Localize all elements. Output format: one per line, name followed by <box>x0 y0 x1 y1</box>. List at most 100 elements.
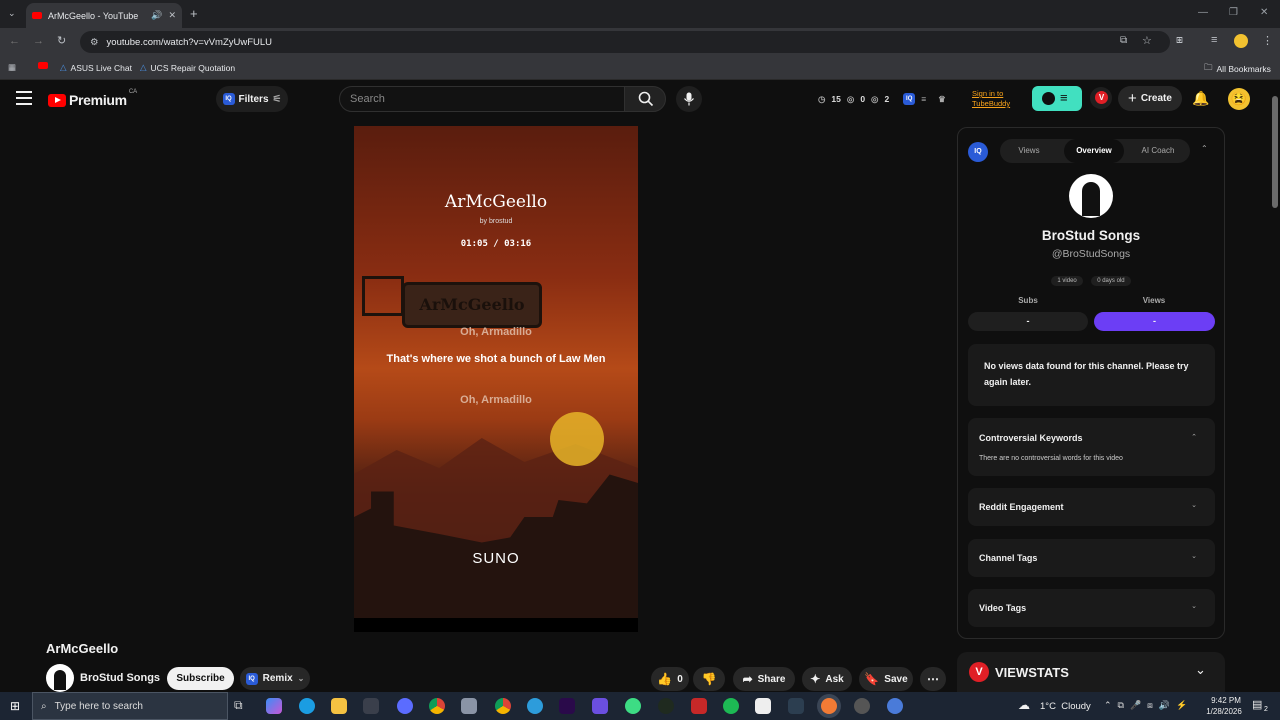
bookmark-asus-live-chat[interactable]: △ ASUS Live Chat <box>60 62 132 73</box>
app-icon[interactable] <box>397 698 413 714</box>
restore-icon[interactable]: ❐ <box>1229 7 1238 18</box>
profile-avatar-icon[interactable] <box>1234 34 1248 48</box>
tubebuddy-button[interactable]: ≡ <box>1032 86 1082 111</box>
app-icon[interactable] <box>691 698 707 714</box>
media-control-icon[interactable]: ≡ <box>1211 34 1217 46</box>
tab-overview[interactable]: Overview <box>1064 139 1124 163</box>
file-explorer-icon[interactable] <box>331 698 347 714</box>
dislike-button[interactable]: 👎 <box>693 667 725 691</box>
tab-views[interactable]: Views <box>1000 139 1058 163</box>
menu-icon[interactable] <box>16 91 32 105</box>
collapse-panel-icon[interactable]: ⌃ <box>1201 144 1208 153</box>
app-icon[interactable] <box>788 698 804 714</box>
close-window-icon[interactable]: ✕ <box>1260 7 1268 18</box>
chrome-menu-icon[interactable]: ⋮ <box>1262 34 1273 47</box>
chrome-icon[interactable] <box>429 698 445 714</box>
chevron-up-icon[interactable]: ⌃ <box>1191 433 1197 441</box>
speaker-icon[interactable]: 🔊 <box>151 10 162 21</box>
scrollbar-thumb[interactable] <box>1272 96 1278 208</box>
edge-icon[interactable] <box>299 698 315 714</box>
premiere-icon[interactable] <box>559 698 575 714</box>
save-button[interactable]: 🔖 Save <box>859 667 913 691</box>
subs-toggle[interactable]: - <box>968 312 1088 331</box>
notifications-bell-icon[interactable]: 🔔 <box>1192 90 1209 107</box>
like-button[interactable]: 👍 0 <box>651 667 689 691</box>
tubebuddy-signin-link[interactable]: Sign in to TubeBuddy <box>972 89 1010 109</box>
chevron-down-icon[interactable]: ⌄ <box>1195 662 1206 678</box>
share-button[interactable]: ➦ Share <box>733 667 795 691</box>
app-icon[interactable] <box>854 698 870 714</box>
system-tray-icons[interactable]: ⌃⧉🎤⧈🔊⚡ <box>1104 700 1193 711</box>
bookmark-star-icon[interactable]: ☆ <box>1142 34 1152 47</box>
new-tab-button[interactable]: + <box>190 6 198 21</box>
close-tab-icon[interactable]: ✕ <box>168 10 176 21</box>
store-icon[interactable] <box>363 698 379 714</box>
subscribe-button[interactable]: Subscribe <box>167 667 234 690</box>
reddit-engagement-card[interactable]: Reddit Engagement ⌄ <box>968 488 1215 526</box>
voice-search-button[interactable] <box>676 86 702 112</box>
extensions-icon[interactable]: ⧆ <box>1176 34 1183 47</box>
chevron-down-icon[interactable]: ⌄ <box>1191 501 1197 509</box>
views-toggle[interactable]: - <box>1094 312 1215 331</box>
channel-tags-card[interactable]: Channel Tags ⌄ <box>968 539 1215 577</box>
task-view-icon[interactable]: ⧉ <box>234 698 243 713</box>
notification-center-icon[interactable]: ▤ <box>1252 698 1262 711</box>
vidiq-icon[interactable]: IQ <box>903 93 916 105</box>
viewstats-panel[interactable]: V VIEWSTATS ⌄ <box>957 652 1225 692</box>
video-progress-strip[interactable] <box>354 618 638 632</box>
app-icon[interactable] <box>527 698 543 714</box>
channel-avatar[interactable] <box>46 664 74 692</box>
copilot-icon[interactable] <box>266 698 282 714</box>
app-icon[interactable] <box>461 698 477 714</box>
app-icon[interactable] <box>755 698 771 714</box>
install-app-icon[interactable]: ⧉ <box>1120 35 1127 46</box>
trophy-icon[interactable]: ♛ <box>938 94 946 105</box>
taskbar-search[interactable]: ⌕ Type here to search <box>32 692 228 720</box>
remix-button[interactable]: IQ Remix ⌄ <box>240 667 310 690</box>
apps-grid-icon[interactable]: ▦ <box>8 62 16 73</box>
reload-icon[interactable]: ↻ <box>57 34 66 47</box>
search-button[interactable] <box>624 86 666 112</box>
app-icon[interactable] <box>625 698 641 714</box>
clock-time[interactable]: 9:42 PM <box>1204 696 1248 705</box>
list-icon[interactable]: ≡ <box>921 94 926 104</box>
filters-button[interactable]: IQ Filters ⚟ <box>216 86 288 112</box>
viewstats-button[interactable]: V <box>1090 87 1112 109</box>
tab-ai-coach[interactable]: AI Coach <box>1128 139 1188 163</box>
app-icon[interactable] <box>592 698 608 714</box>
browser-tab[interactable]: ArMcGeello - YouTube 🔊 ✕ <box>26 3 182 28</box>
chrome-active-icon[interactable] <box>821 698 837 714</box>
search-input[interactable]: Search <box>339 86 625 112</box>
chevron-down-icon[interactable]: ⌄ <box>1191 552 1197 560</box>
weather-icon[interactable]: ☁ <box>1018 698 1030 712</box>
address-bar[interactable]: ⚙ youtube.com/watch?v=vVmZyUwFULU <box>80 31 1170 53</box>
page-scrollbar[interactable] <box>1270 80 1280 692</box>
app-icon[interactable] <box>658 698 674 714</box>
viewstats-logo-icon: V <box>969 662 989 682</box>
account-avatar[interactable]: 😫 <box>1228 88 1250 110</box>
spotify-icon[interactable] <box>723 698 739 714</box>
weather-text[interactable]: 1°C Cloudy <box>1040 701 1091 712</box>
site-info-icon[interactable]: ⚙ <box>90 37 99 48</box>
video-tags-card[interactable]: Video Tags ⌄ <box>968 589 1215 627</box>
controversial-keywords-card[interactable]: Controversial Keywords ⌃ There are no co… <box>968 418 1215 476</box>
more-actions-button[interactable]: ⋯ <box>920 667 946 691</box>
create-button[interactable]: + Create <box>1118 86 1182 111</box>
video-player[interactable]: ArMcGeello ArMcGeello by brostud 01:05 /… <box>354 126 638 632</box>
chevron-down-icon[interactable]: ⌄ <box>1191 602 1197 610</box>
all-bookmarks[interactable]: 🗀 All Bookmarks <box>1204 62 1271 76</box>
tab-search-button[interactable]: ⌄ <box>8 8 16 19</box>
youtube-logo[interactable]: Premium CA <box>48 89 137 108</box>
chrome-icon[interactable] <box>495 698 511 714</box>
bookmark-youtube[interactable] <box>38 62 48 69</box>
channel-name[interactable]: BroStud Songs <box>80 672 160 684</box>
app-icon[interactable] <box>887 698 903 714</box>
forward-icon[interactable]: → <box>33 35 44 47</box>
bookmark-ucs-repair[interactable]: △ UCS Repair Quotation <box>140 62 235 73</box>
vidiq-stats[interactable]: ◷ 15 ◎ 0 ◎ 2 IQ ≡ ♛ <box>818 93 946 105</box>
clock-date[interactable]: 1/28/2026 <box>1200 707 1248 716</box>
ask-button[interactable]: ✦ Ask <box>802 667 852 691</box>
back-icon[interactable]: ← <box>9 35 20 47</box>
minimize-icon[interactable]: — <box>1198 7 1208 18</box>
windows-start-icon[interactable]: ⊞ <box>10 699 20 713</box>
